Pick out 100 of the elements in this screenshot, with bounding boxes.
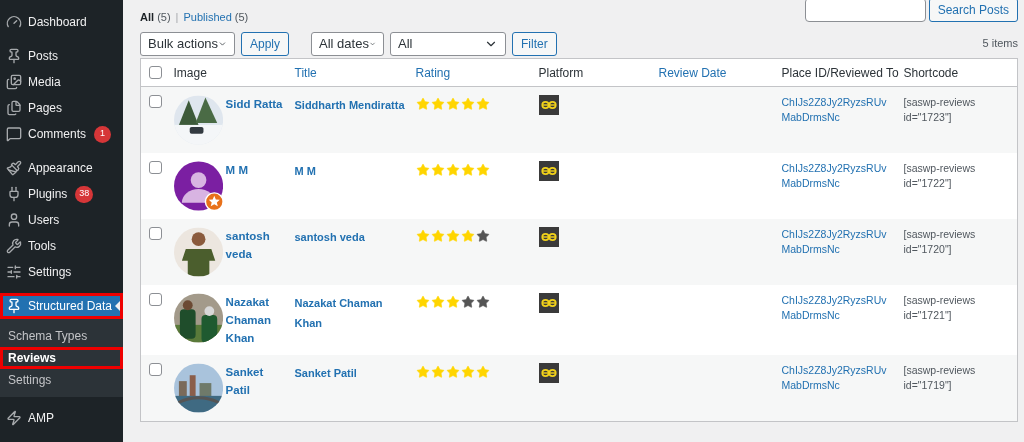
- star-icon: [415, 295, 430, 309]
- column-header: Image: [173, 65, 207, 80]
- place-id-link[interactable]: ChIJs2Z8Jy2RyzsRUvMabDrmsNc: [781, 95, 894, 125]
- column-header[interactable]: Rating: [415, 65, 451, 80]
- reviewer-name[interactable]: santosh veda: [225, 227, 287, 263]
- place-id-link[interactable]: ChIJs2Z8Jy2RyzsRUvMabDrmsNc: [781, 227, 894, 257]
- menu-icon: [6, 100, 22, 116]
- column-header[interactable]: Review Date: [658, 65, 727, 80]
- checkbox[interactable]: [149, 227, 162, 240]
- sidebar-item[interactable]: Settings: [0, 259, 123, 285]
- menu-icon: [6, 264, 22, 280]
- search-field[interactable]: [804, 0, 926, 22]
- place-id-link[interactable]: ChIJs2Z8Jy2RyzsRUvMabDrmsNc: [781, 293, 894, 323]
- sidebar-item[interactable]: Tools: [0, 233, 123, 259]
- eyes-icon: [538, 363, 559, 383]
- sidebar-item[interactable]: Pages: [0, 95, 123, 121]
- dropdown[interactable]: All: [390, 31, 507, 56]
- sidebar-item[interactable]: Comments 1: [0, 121, 123, 147]
- sidebar-item[interactable]: Appearance: [0, 155, 123, 181]
- star-icon: [460, 365, 475, 379]
- submenu-item[interactable]: Settings: [0, 369, 123, 391]
- review-title[interactable]: Siddharth Mendiratta: [294, 95, 408, 115]
- checkbox[interactable]: [149, 363, 162, 376]
- menu-icon: [6, 74, 22, 90]
- eyes-icon: [538, 95, 559, 115]
- shortcode-text: [saswp-reviews id="1721"]: [903, 293, 977, 323]
- filter-button[interactable]: Filter: [512, 31, 557, 56]
- menu-icon: [6, 126, 22, 142]
- menu-label: Comments: [28, 126, 86, 143]
- sidebar-item[interactable]: Users: [0, 207, 123, 233]
- review-title[interactable]: Nazakat Chaman Khan: [294, 293, 408, 333]
- checkbox[interactable]: [149, 66, 162, 79]
- menu-label: Tools: [28, 238, 56, 255]
- sidebar-item[interactable]: Structured Data: [0, 293, 123, 319]
- star-icon: [415, 163, 430, 177]
- column-header[interactable]: Title: [294, 65, 317, 80]
- menu-icon: [6, 160, 22, 176]
- star-icon: [460, 295, 475, 309]
- star-icon: [430, 295, 445, 309]
- view-link[interactable]: Published (5): [183, 9, 249, 26]
- star-icon: [445, 365, 460, 379]
- star-icon: [430, 97, 445, 111]
- sidebar-item[interactable]: Plugins 38: [0, 181, 123, 207]
- star-icon: [475, 163, 490, 177]
- menu-label: Structured Data: [28, 298, 113, 315]
- menu-label: Plugins: [28, 186, 68, 203]
- star-icon: [430, 163, 445, 177]
- menu-icon: [6, 410, 22, 426]
- sidebar-item[interactable]: AMP: [0, 405, 123, 431]
- menu-icon: [6, 238, 22, 254]
- menu-icon: [6, 48, 22, 64]
- column-header: Shortcode: [903, 65, 959, 80]
- submenu-item[interactable]: Schema Types: [0, 325, 123, 347]
- star-icon: [445, 229, 460, 243]
- menu-icon: [6, 186, 22, 202]
- submenu-item[interactable]: Reviews: [0, 347, 123, 369]
- shortcode-text: [saswp-reviews id="1722"]: [903, 161, 977, 191]
- eyes-icon: [538, 161, 559, 181]
- star-icon: [415, 97, 430, 111]
- checkbox[interactable]: [149, 293, 162, 306]
- shortcode-text: [saswp-reviews id="1719"]: [903, 363, 977, 393]
- count-badge: 1: [94, 125, 111, 143]
- star-icon: [445, 163, 460, 177]
- checkbox[interactable]: [149, 161, 162, 174]
- place-id-link[interactable]: ChIJs2Z8Jy2RyzsRUvMabDrmsNc: [781, 363, 894, 393]
- star-icon: [475, 97, 490, 111]
- review-title[interactable]: santosh veda: [294, 227, 408, 247]
- shortcode-text: [saswp-reviews id="1723"]: [903, 95, 977, 125]
- search-button[interactable]: Search Posts: [928, 0, 1018, 22]
- star-icon: [460, 163, 475, 177]
- reviewer-name[interactable]: Nazakat Chaman Khan: [225, 293, 287, 347]
- star-icon: [475, 229, 490, 243]
- dropdown[interactable]: Bulk actions: [140, 31, 235, 56]
- menu-icon: [6, 298, 22, 314]
- menu-label: Dashboard: [28, 14, 87, 31]
- menu-label: Settings: [28, 264, 72, 281]
- checkbox[interactable]: [149, 95, 162, 108]
- dropdown[interactable]: All dates: [311, 31, 385, 56]
- item-count: 5 items: [982, 36, 1018, 52]
- apply-button[interactable]: Apply: [241, 31, 290, 56]
- review-title[interactable]: Sanket Patil: [294, 363, 408, 383]
- view-link[interactable]: All (5): [140, 9, 171, 26]
- menu-icon: [6, 212, 22, 228]
- sidebar-item[interactable]: Media: [0, 69, 123, 95]
- menu-label: Pages: [28, 100, 63, 117]
- separator: |: [175, 10, 179, 25]
- reviewer-name[interactable]: Sanket Patil: [225, 363, 287, 399]
- reviewer-name[interactable]: Sidd Ratta: [225, 95, 287, 113]
- menu-label: Users: [28, 212, 60, 229]
- review-title[interactable]: M M: [294, 161, 408, 181]
- menu-label: Appearance: [28, 160, 93, 177]
- menu-label: Posts: [28, 48, 58, 65]
- sidebar-item[interactable]: Posts: [0, 43, 123, 69]
- reviewer-name[interactable]: M M: [225, 161, 287, 179]
- menu-label: AMP: [28, 410, 54, 427]
- star-icon: [430, 229, 445, 243]
- sidebar-item[interactable]: Dashboard: [0, 9, 123, 35]
- eyes-icon: [538, 293, 559, 313]
- place-id-link[interactable]: ChIJs2Z8Jy2RyzsRUvMabDrmsNc: [781, 161, 894, 191]
- star-icon: [475, 295, 490, 309]
